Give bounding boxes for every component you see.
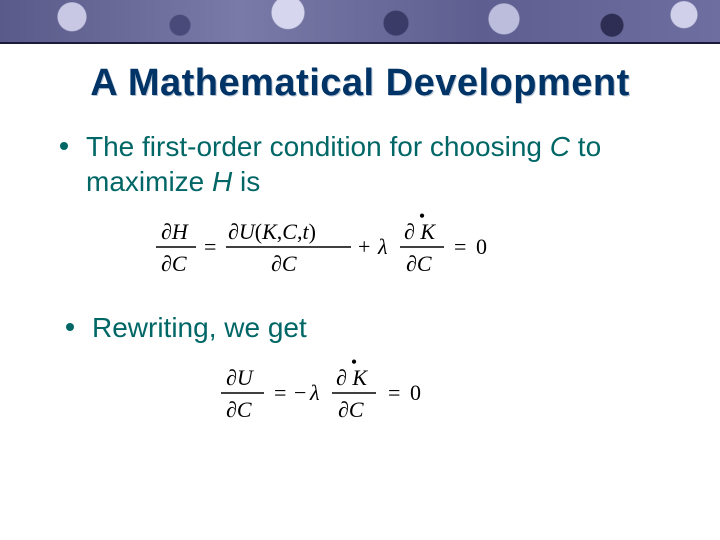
bullet-text: The first-order condition for choosing C… [86,129,672,199]
svg-text:=: = [388,380,400,405]
svg-text:∂C: ∂C [161,251,187,276]
bullet-dot-icon [60,142,68,150]
equation-2: ∂U ∂C = − λ • ∂ K ∂C = 0 [60,359,672,434]
svg-text:0: 0 [476,234,487,259]
svg-text:∂U(K,C,t): ∂U(K,C,t) [228,219,316,244]
svg-text:∂C: ∂C [338,397,364,422]
svg-text:λ: λ [309,380,320,405]
slide-title: A Mathematical Development [0,62,720,105]
svg-text:∂C: ∂C [226,397,252,422]
bullet-item: The first-order condition for choosing C… [60,129,672,199]
svg-text:0: 0 [410,380,421,405]
svg-text:∂ K: ∂ K [404,219,436,244]
bullet-dot-icon [66,323,74,331]
svg-text:∂U: ∂U [226,365,255,390]
svg-text:=: = [454,234,466,259]
svg-text:=: = [204,234,216,259]
bullet-list: The first-order condition for choosing C… [0,129,720,434]
svg-text:∂C: ∂C [406,251,432,276]
svg-text:∂C: ∂C [271,251,297,276]
decorative-banner [0,0,720,44]
svg-text:−: − [294,380,306,405]
svg-text:λ: λ [377,234,388,259]
bullet-item: Rewriting, we get [66,310,672,345]
bullet-text: Rewriting, we get [92,310,307,345]
svg-text:∂ K: ∂ K [336,365,368,390]
svg-text:=: = [274,380,286,405]
svg-text:+: + [358,234,370,259]
equation-1: ∂H ∂C = ∂U(K,C,t) ∂C + λ • ∂ K ∂C = 0 [60,213,672,288]
svg-text:∂H: ∂H [161,219,189,244]
